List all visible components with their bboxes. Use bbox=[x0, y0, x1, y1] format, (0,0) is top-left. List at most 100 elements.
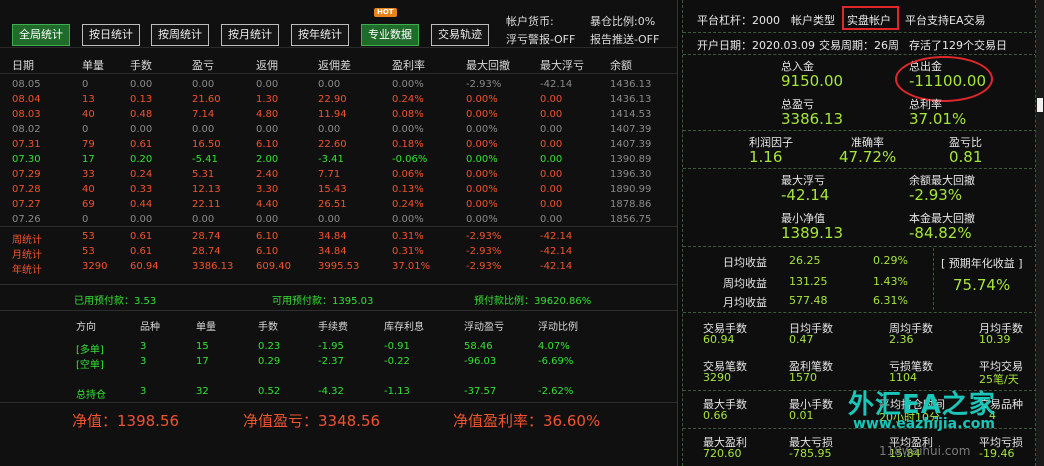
annual-expected-label: [ 预期年化收益 ] bbox=[941, 257, 1023, 270]
table-cell: -2.93% bbox=[466, 79, 502, 90]
account-summary-panel: 平台杠杆：2000 帐户类型 实盘帐户 平台支持EA交易 开户日期：2020.0… bbox=[682, 0, 1036, 466]
summary-cell: 28.74 bbox=[192, 246, 221, 257]
position-header: 库存利息 bbox=[384, 322, 424, 333]
table-row[interactable]: 08.04 13 0.13 21.60 1.30 22.90 0.24% 0.00% 0.00 1… bbox=[0, 93, 677, 108]
hot-badge: HOT bbox=[374, 8, 397, 17]
monthly-stats-button[interactable]: 按月统计 bbox=[221, 24, 279, 46]
table-cell: 0.24% bbox=[392, 94, 424, 105]
table-cell: 0 bbox=[82, 214, 89, 225]
table-row[interactable]: 08.05 0 0.00 0.00 0.00 0.00 0.00% -2.93% -42.14 1… bbox=[0, 78, 677, 93]
table-cell: -42.14 bbox=[540, 79, 573, 90]
summary-table: 周统计 53 0.61 28.74 6.10 34.84 0.31% -2.93% -42.14… bbox=[0, 230, 677, 276]
column-header: 返佣差 bbox=[318, 59, 351, 72]
net-profit: 净值盈亏：3348.56 bbox=[243, 412, 381, 430]
position-cell: 3 bbox=[140, 386, 147, 397]
table-cell: 12.13 bbox=[192, 184, 221, 195]
yearly-stats-button[interactable]: 按年统计 bbox=[291, 24, 349, 46]
table-cell: -0.06% bbox=[392, 154, 428, 165]
platform-leverage: 平台杠杆：2000 bbox=[697, 14, 780, 27]
table-row[interactable]: 07.31 79 0.61 16.50 6.10 22.60 0.18% 0.00% 0.00 1… bbox=[0, 138, 677, 153]
table-cell: 0.00 bbox=[318, 79, 341, 90]
table-row[interactable]: 07.28 40 0.33 12.13 3.30 15.43 0.13% 0.00% 0.00 1… bbox=[0, 183, 677, 198]
position-cell: 总持仓 bbox=[76, 390, 106, 401]
summary-cell: 28.74 bbox=[192, 231, 221, 242]
global-stats-button[interactable]: 全局统计 bbox=[12, 24, 70, 46]
table-cell: 4.80 bbox=[256, 109, 279, 120]
table-cell: 40 bbox=[82, 184, 95, 195]
min-lots-value: 0.01 bbox=[789, 409, 814, 422]
table-cell: 0 bbox=[82, 124, 89, 135]
max-win-value: 720.60 bbox=[703, 447, 742, 460]
loss-ratio: 暴仓比例:0% bbox=[590, 15, 656, 28]
scrollbar[interactable] bbox=[1036, 0, 1044, 466]
float-warning-toggle[interactable]: 浮亏警报-OFF bbox=[506, 31, 575, 47]
position-header: 方向 bbox=[76, 322, 96, 333]
table-cell: 07.31 bbox=[12, 139, 41, 150]
table-cell: 0.24 bbox=[130, 169, 153, 180]
table-row[interactable]: 07.27 69 0.44 22.11 4.40 26.51 0.24% 0.00% 0.00 1… bbox=[0, 198, 677, 213]
weekly-income-pct: 1.43% bbox=[873, 275, 908, 288]
balance-max-drawdown-value: -2.93% bbox=[909, 186, 963, 204]
table-cell: 11.94 bbox=[318, 109, 347, 120]
table-cell: 22.90 bbox=[318, 94, 347, 105]
table-cell: 1856.75 bbox=[610, 214, 652, 225]
column-header: 日期 bbox=[12, 59, 34, 72]
monthly-income-value: 577.48 bbox=[789, 294, 828, 307]
column-header: 手数 bbox=[130, 59, 152, 72]
table-cell: 08.05 bbox=[12, 79, 41, 90]
column-header: 余额 bbox=[610, 59, 632, 72]
table-cell: 7.14 bbox=[192, 109, 215, 120]
weekly-income-value: 131.25 bbox=[789, 275, 828, 288]
table-cell: 0.00% bbox=[466, 214, 498, 225]
daily-income-label: 日均收益 bbox=[723, 256, 767, 269]
net-value: 净值：1398.56 bbox=[72, 412, 180, 430]
position-cell: 0.29 bbox=[258, 356, 281, 367]
table-row[interactable]: 08.03 40 0.48 7.14 4.80 11.94 0.08% 0.00% 0.00 14… bbox=[0, 108, 677, 123]
table-cell: 0.00% bbox=[466, 94, 498, 105]
table-cell: 0.48 bbox=[130, 109, 153, 120]
table-row[interactable]: 07.29 33 0.24 5.31 2.40 7.71 0.06% 0.00% 0.00 139… bbox=[0, 168, 677, 183]
pro-data-button[interactable]: 专业数据 bbox=[361, 24, 419, 46]
divider bbox=[683, 312, 1035, 313]
toolbar: 全局统计 按日统计 按周统计 按月统计 按年统计 HOT 专业数据 交易轨迹 帐… bbox=[0, 0, 677, 48]
report-push-toggle[interactable]: 报告推送-OFF bbox=[590, 31, 659, 47]
column-header: 最大回撤 bbox=[466, 59, 510, 72]
table-cell: 13 bbox=[82, 94, 95, 105]
summary-cell: -2.93% bbox=[466, 246, 502, 257]
table-row[interactable]: 07.30 17 0.20 -5.41 2.00 -3.41 -0.06% 0.00% 0.00… bbox=[0, 153, 677, 168]
table-cell: 0.24% bbox=[392, 199, 424, 210]
column-header: 盈亏 bbox=[192, 59, 214, 72]
table-cell: 0.00 bbox=[540, 154, 563, 165]
trade-track-button[interactable]: 交易轨迹 bbox=[431, 24, 489, 46]
table-cell: 0.00 bbox=[540, 94, 563, 105]
summary-cell: 3290 bbox=[82, 261, 108, 272]
table-cell: 0.00 bbox=[540, 109, 563, 120]
position-cell: [空单] bbox=[76, 360, 104, 371]
weekly-lots-value: 2.36 bbox=[889, 333, 914, 346]
position-row[interactable]: [空单] 3 17 0.29 -2.37 -0.22 -96.03 -6.69% bbox=[0, 355, 677, 385]
divider bbox=[0, 402, 677, 403]
position-row[interactable]: 总持仓 3 32 0.52 -4.32 -1.13 -37.57 -2.62% bbox=[0, 385, 677, 401]
scrollbar-thumb[interactable] bbox=[1037, 98, 1043, 112]
table-cell: 0.20 bbox=[130, 154, 153, 165]
available-prepaid: 可用预付款：1395.03 bbox=[272, 296, 374, 307]
position-cell: [多单] bbox=[76, 345, 104, 356]
table-cell: 0.00 bbox=[130, 124, 153, 135]
daily-stats-button[interactable]: 按日统计 bbox=[82, 24, 140, 46]
weekly-stats-button[interactable]: 按周统计 bbox=[151, 24, 209, 46]
position-cell: -0.91 bbox=[384, 341, 410, 352]
table-cell: 0.00 bbox=[540, 169, 563, 180]
summary-cell: 53 bbox=[82, 231, 95, 242]
table-cell: 15.43 bbox=[318, 184, 347, 195]
divider bbox=[683, 246, 1035, 247]
table-cell: 1407.39 bbox=[610, 124, 652, 135]
position-row[interactable]: [多单] 3 15 0.23 -1.95 -0.91 58.46 4.07% bbox=[0, 340, 677, 356]
position-cell: -4.32 bbox=[318, 386, 344, 397]
table-cell: 1414.53 bbox=[610, 109, 652, 120]
table-cell: 0.00 bbox=[540, 184, 563, 195]
position-header: 手续费 bbox=[318, 322, 348, 333]
table-row[interactable]: 08.02 0 0.00 0.00 0.00 0.00 0.00% 0.00% 0.00 1407… bbox=[0, 123, 677, 138]
watermark-url: www.eazhijia.com bbox=[853, 416, 995, 432]
table-cell: 0.00% bbox=[466, 199, 498, 210]
table-cell: 0.13 bbox=[130, 94, 153, 105]
